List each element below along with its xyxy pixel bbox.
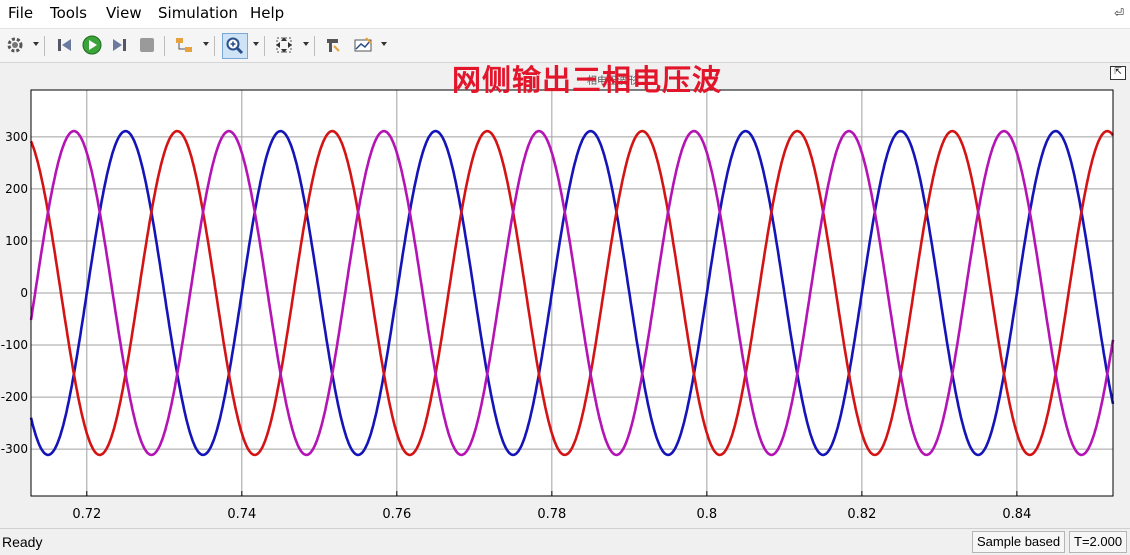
x-tick-label: 0.72 bbox=[72, 507, 101, 522]
status-ready: Ready bbox=[2, 534, 43, 550]
style-icon[interactable] bbox=[322, 34, 344, 56]
menu-help[interactable]: Help bbox=[250, 4, 284, 22]
fit-to-view-icon[interactable] bbox=[273, 34, 295, 56]
y-tick-label: -100 bbox=[1, 338, 28, 352]
chart-title: 网侧输出三相电压波 bbox=[452, 63, 723, 97]
menu-simulation[interactable]: Simulation bbox=[158, 4, 238, 22]
sample-mode-indicator: Sample based bbox=[972, 531, 1066, 553]
y-tick-label: -300 bbox=[1, 442, 28, 456]
y-tick-label: 300 bbox=[5, 130, 28, 144]
restore-icon[interactable]: ⇱ bbox=[1110, 66, 1126, 80]
block-diagram-icon[interactable] bbox=[173, 34, 195, 56]
stop-icon[interactable] bbox=[136, 34, 158, 56]
x-tick-label: 0.84 bbox=[1002, 507, 1031, 522]
step-forward-icon[interactable] bbox=[108, 34, 130, 56]
chevron-down-icon[interactable] bbox=[381, 42, 387, 46]
y-tick-label: 200 bbox=[5, 182, 28, 196]
step-back-icon[interactable] bbox=[54, 34, 76, 56]
menu-file[interactable]: File bbox=[8, 4, 33, 22]
x-tick-label: 0.74 bbox=[227, 507, 256, 522]
x-tick-label: 0.82 bbox=[847, 507, 876, 522]
sim-time-indicator: T=2.000 bbox=[1069, 531, 1128, 553]
scope-chart[interactable]: 0.72 0.74 0.76 0.78 0.8 0.82 0.84 300 200 100 0 -10… bbox=[0, 63, 1130, 526]
x-tick-label: 0.78 bbox=[537, 507, 566, 522]
chevron-down-icon[interactable] bbox=[203, 42, 209, 46]
scope-plot-area: 0.72 0.74 0.76 0.78 0.8 0.82 0.84 300 200 100 0 -10… bbox=[0, 63, 1130, 526]
zoom-in-icon[interactable] bbox=[222, 33, 248, 59]
y-tick-label: -200 bbox=[1, 390, 28, 404]
y-tick-label: 0 bbox=[20, 286, 28, 300]
run-icon[interactable] bbox=[81, 34, 103, 56]
chevron-down-icon[interactable] bbox=[303, 42, 309, 46]
menu-view[interactable]: View bbox=[106, 4, 142, 22]
chevron-down-icon[interactable] bbox=[253, 42, 259, 46]
status-bar: Ready Sample based T=2.000 bbox=[0, 528, 1130, 555]
y-tick-label: 100 bbox=[5, 234, 28, 248]
toolbar-separator bbox=[314, 36, 315, 56]
menu-bar: File Tools View Simulation Help ⏎ bbox=[0, 0, 1130, 29]
x-tick-label: 0.8 bbox=[697, 507, 718, 522]
toolbar-separator bbox=[44, 36, 45, 56]
signal-edit-icon[interactable] bbox=[352, 34, 374, 56]
toolbar-separator bbox=[264, 36, 265, 56]
undock-icon[interactable]: ⏎ bbox=[1114, 6, 1124, 20]
gear-icon[interactable] bbox=[4, 34, 26, 56]
x-tick-label: 0.76 bbox=[382, 507, 411, 522]
toolbar-separator bbox=[164, 36, 165, 56]
toolbar-separator bbox=[214, 36, 215, 56]
menu-tools[interactable]: Tools bbox=[50, 4, 87, 22]
chevron-down-icon[interactable] bbox=[33, 42, 39, 46]
